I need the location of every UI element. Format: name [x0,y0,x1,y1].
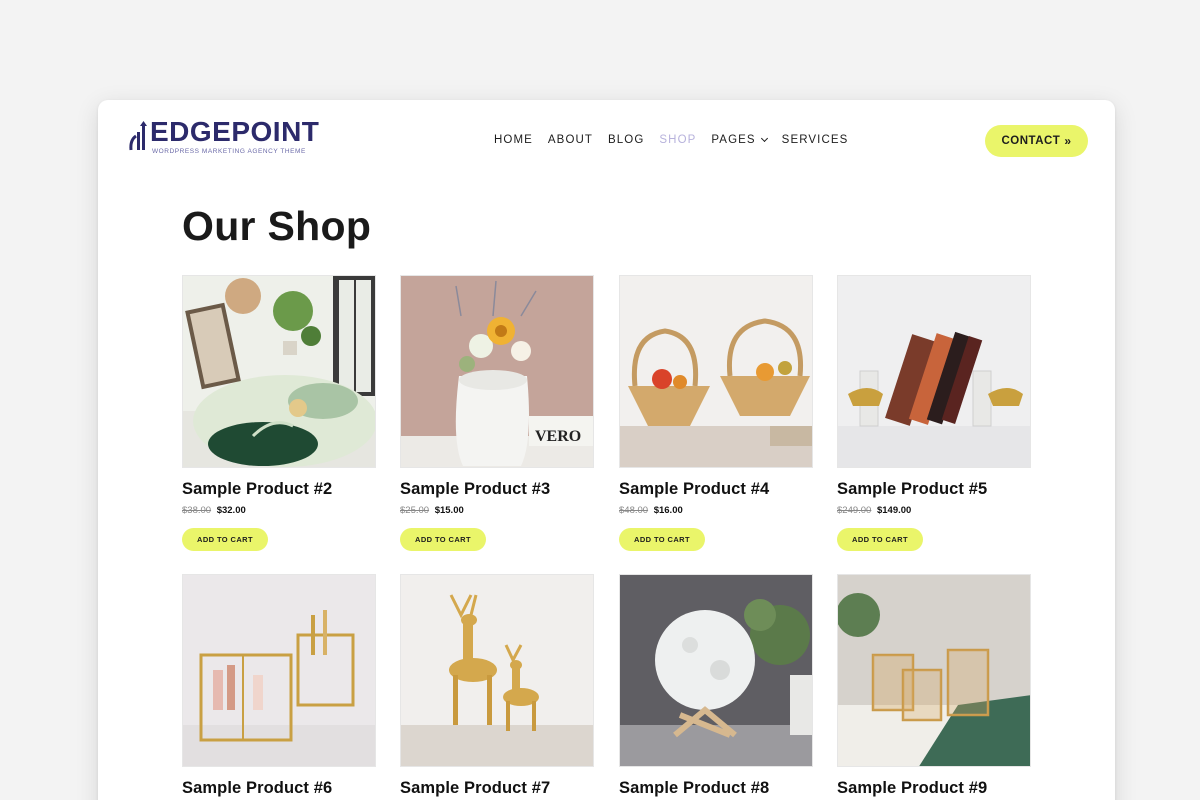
double-chevron-right-icon: » [1064,134,1072,148]
product-card: Sample Product #9 [837,574,1031,798]
browser-card: EDGEPOINT WORDPRESS MARKETING AGENCY THE… [98,100,1115,800]
product-title[interactable]: Sample Product #4 [619,480,813,499]
add-to-cart-button[interactable]: ADD TO CART [619,528,705,551]
product-image[interactable] [182,275,376,468]
sale-price: $16.00 [653,505,683,516]
gold-holders-image [838,575,1030,766]
deer-figurines-image [401,575,593,766]
old-price: $48.00 [619,505,649,516]
old-price: $38.00 [182,505,212,516]
product-title[interactable]: Sample Product #6 [182,779,376,798]
moon-lamp-image [620,575,812,766]
nav-pages-label: PAGES [711,134,756,146]
main-nav: HOME ABOUT BLOG SHOP PAGES SERVICES [494,134,848,146]
nav-blog[interactable]: BLOG [608,134,644,146]
add-to-cart-button[interactable]: ADD TO CART [400,528,486,551]
product-image[interactable]: VERO [400,275,594,468]
product-card: Sample Product #6 [182,574,376,798]
add-to-cart-button[interactable]: ADD TO CART [182,528,268,551]
nav-services[interactable]: SERVICES [782,134,849,146]
site-logo[interactable]: EDGEPOINT WORDPRESS MARKETING AGENCY THE… [128,118,319,155]
gold-organizer-image [183,575,375,766]
product-card: Sample Product #5 $249.00 $149.00 ADD TO… [837,275,1031,551]
nav-shop[interactable]: SHOP [659,134,696,146]
logo-mark-icon [129,121,147,151]
product-price: $25.00 $15.00 [400,505,594,516]
brand-tagline: WORDPRESS MARKETING AGENCY THEME [152,148,306,155]
chevron-down-icon [760,134,768,143]
fruit-baskets-image [620,276,812,467]
sale-price: $15.00 [434,505,464,516]
product-title[interactable]: Sample Product #7 [400,779,594,798]
bookends-image [838,276,1030,467]
old-price: $249.00 [837,505,872,516]
product-image[interactable] [619,574,813,767]
product-price: $48.00 $16.00 [619,505,813,516]
product-image[interactable] [182,574,376,767]
nav-home[interactable]: HOME [494,134,533,146]
sale-price: $149.00 [876,505,912,516]
product-title[interactable]: Sample Product #3 [400,480,594,499]
product-card: VERO Sample Product #3 $25.00 $15.00 ADD… [400,275,594,551]
contact-button[interactable]: CONTACT » [985,125,1088,157]
product-image[interactable] [837,275,1031,468]
nav-about[interactable]: ABOUT [548,134,593,146]
product-card: Sample Product #4 $48.00 $16.00 ADD TO C… [619,275,813,551]
product-image[interactable] [400,574,594,767]
add-to-cart-button[interactable]: ADD TO CART [837,528,923,551]
page-title: Our Shop [182,203,372,249]
product-image[interactable] [837,574,1031,767]
product-card: Sample Product #8 [619,574,813,798]
product-price: $38.00 $32.00 [182,505,376,516]
nav-pages[interactable]: PAGES [711,134,768,146]
product-title[interactable]: Sample Product #8 [619,779,813,798]
product-title[interactable]: Sample Product #9 [837,779,1031,798]
vase-flowers-image: VERO [401,276,593,467]
product-title[interactable]: Sample Product #2 [182,480,376,499]
product-price: $249.00 $149.00 [837,505,1031,516]
brand-name: EDGEPOINT [150,116,320,147]
svg-text:VERO: VERO [535,428,581,445]
contact-label: CONTACT [1001,135,1061,147]
sale-price: $32.00 [216,505,246,516]
rug-room-image [183,276,375,467]
old-price: $25.00 [400,505,430,516]
product-card: Sample Product #7 [400,574,594,798]
product-image[interactable] [619,275,813,468]
product-card: Sample Product #2 $38.00 $32.00 ADD TO C… [182,275,376,551]
product-title[interactable]: Sample Product #5 [837,480,1031,499]
